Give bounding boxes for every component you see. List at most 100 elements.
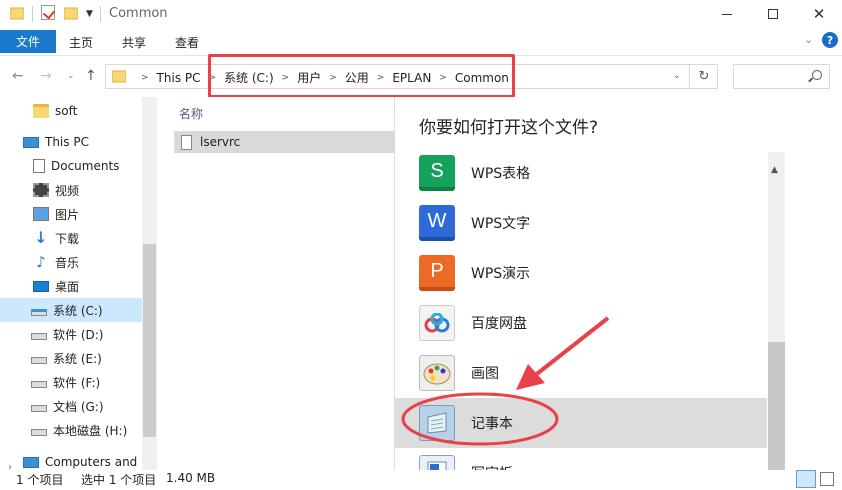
app-option-label: 百度网盘 [471,316,527,332]
details-view-icon[interactable] [796,470,816,488]
search-input[interactable] [733,64,830,89]
sidebar-item-h-drive[interactable]: 本地磁盘 (H:) [0,418,142,442]
refresh-icon[interactable]: ↻ [689,65,718,88]
app-option-notepad[interactable]: 记事本 [395,398,767,448]
network-computer-icon [23,456,39,468]
sidebar-item-label: soft [55,104,78,118]
selected-size: 1.40 MB [166,471,216,485]
maximize-icon [768,9,778,19]
tab-share[interactable]: 共享 [122,34,146,51]
minimize-icon [722,13,732,15]
download-icon: ↓ [34,228,48,247]
new-folder-icon[interactable] [64,6,78,20]
sidebar-scrollbar-thumb[interactable] [143,244,156,437]
sidebar-item-label: 文档 (G:) [53,399,104,414]
pictures-icon [33,207,49,221]
tab-view[interactable]: 查看 [175,34,199,51]
sidebar-item-label: 视频 [55,183,80,198]
desktop-icon [33,280,49,292]
wps-spreadsheet-icon: S [419,155,455,191]
maximize-button[interactable] [750,0,796,28]
breadcrumb-this-pc[interactable]: This PC [157,71,201,85]
documents-icon [33,159,45,173]
minimize-button[interactable] [704,0,750,28]
sidebar-item-soft[interactable]: soft [0,99,142,123]
sidebar-item-videos[interactable]: 视频 [0,178,142,202]
sidebar-item-g-drive[interactable]: 文档 (G:) [0,394,142,418]
app-option-wps-spreadsheet[interactable]: S WPS表格 [395,148,767,198]
forward-arrow-icon[interactable]: → [40,68,52,84]
sidebar-item-label: 桌面 [55,279,80,294]
sidebar-item-d-drive[interactable]: 软件 (D:) [0,322,142,346]
selected-count: 选中 1 个项目 [81,473,157,487]
chevron-right-icon[interactable]: > [141,73,149,83]
tab-file[interactable]: 文件 [0,30,56,53]
folder-icon [10,7,24,20]
toolbar-divider [32,6,33,22]
drive-icon [31,380,47,388]
sidebar-item-f-drive[interactable]: 软件 (F:) [0,370,142,394]
toolbar-divider [100,6,101,22]
status-bar: 1 个项目 选中 1 个项目 1.40 MB [0,470,842,490]
sidebar-item-label: Documents [51,159,120,173]
sidebar-item-label: 系统 (C:) [53,303,103,318]
app-option-label: WPS表格 [471,166,531,182]
app-option-label: 记事本 [471,416,513,432]
sidebar-item-label: This PC [45,135,89,149]
dialog-title: 你要如何打开这个文件? [419,118,599,138]
app-option-baidu-netdisk[interactable]: 百度网盘 [395,298,767,348]
window-title: Common [109,6,168,21]
close-icon: ✕ [812,4,826,23]
app-option-label: WPS文字 [471,216,531,232]
ribbon-tabs: 文件 主页 共享 查看 ⌄ ? [0,28,842,53]
scroll-up-icon[interactable]: ▲ [771,165,778,175]
quick-access-dropdown-icon[interactable]: ▼ [86,9,93,19]
sidebar-item-documents[interactable]: Documents [0,154,142,178]
sidebar-item-e-drive[interactable]: 系统 (E:) [0,346,142,370]
file-icon [181,134,192,150]
music-icon: ♪ [36,253,46,271]
sidebar-item-downloads[interactable]: ↓ 下载 [0,226,142,250]
open-with-dialog: 你要如何打开这个文件? S WPS表格 W WPS文字 P WPS演示 百度网盘… [394,97,786,490]
item-count: 1 个项目 [16,473,64,487]
paint-icon [419,355,455,391]
sidebar-item-label: 本地磁盘 (H:) [53,423,128,438]
file-list: 名称 lservrc [162,97,394,470]
tab-home[interactable]: 主页 [69,34,93,51]
table-row[interactable]: lservrc [174,131,394,153]
sidebar-item-this-pc[interactable]: This PC [0,130,142,154]
app-option-paint[interactable]: 画图 [395,348,767,398]
address-highlight-annotation [208,54,515,98]
recent-locations-dropdown-icon[interactable]: ⌄ [67,71,75,81]
dialog-scrollbar-thumb[interactable] [768,342,785,490]
back-arrow-icon[interactable]: ← [12,68,24,84]
sidebar-item-label: 软件 (D:) [53,327,104,342]
sidebar-item-music[interactable]: ♪ 音乐 [0,250,142,274]
drive-icon [31,356,47,364]
sidebar-item-desktop[interactable]: 桌面 [0,274,142,298]
drive-icon [31,428,47,436]
wps-writer-icon: W [419,205,455,241]
computer-icon [23,136,39,148]
system-drive-icon [31,308,47,316]
search-icon [812,70,822,80]
notepad-icon [419,405,455,441]
column-header-name[interactable]: 名称 [179,105,203,122]
sidebar-item-pictures[interactable]: 图片 [0,202,142,226]
sidebar-item-c-drive[interactable]: 系统 (C:) [0,298,142,322]
large-icons-view-icon[interactable] [820,472,834,486]
help-icon[interactable]: ? [822,32,838,48]
chevron-down-icon[interactable]: ⌄ [804,33,813,46]
sidebar-item-label: Computers and I [45,455,145,469]
chevron-right-icon[interactable]: › [8,462,12,470]
drive-icon [31,332,47,340]
close-button[interactable]: ✕ [796,0,842,28]
sidebar-item-computers[interactable]: Computers and I [0,450,145,470]
sidebar-item-label: 软件 (F:) [53,375,101,390]
title-bar: ▼ Common ✕ [0,0,842,28]
address-dropdown-icon[interactable]: ⌄ [673,71,681,81]
app-option-wps-presentation[interactable]: P WPS演示 [395,248,767,298]
properties-icon[interactable] [41,5,55,20]
up-arrow-icon[interactable]: ↑ [85,68,97,84]
app-option-wps-writer[interactable]: W WPS文字 [395,198,767,248]
